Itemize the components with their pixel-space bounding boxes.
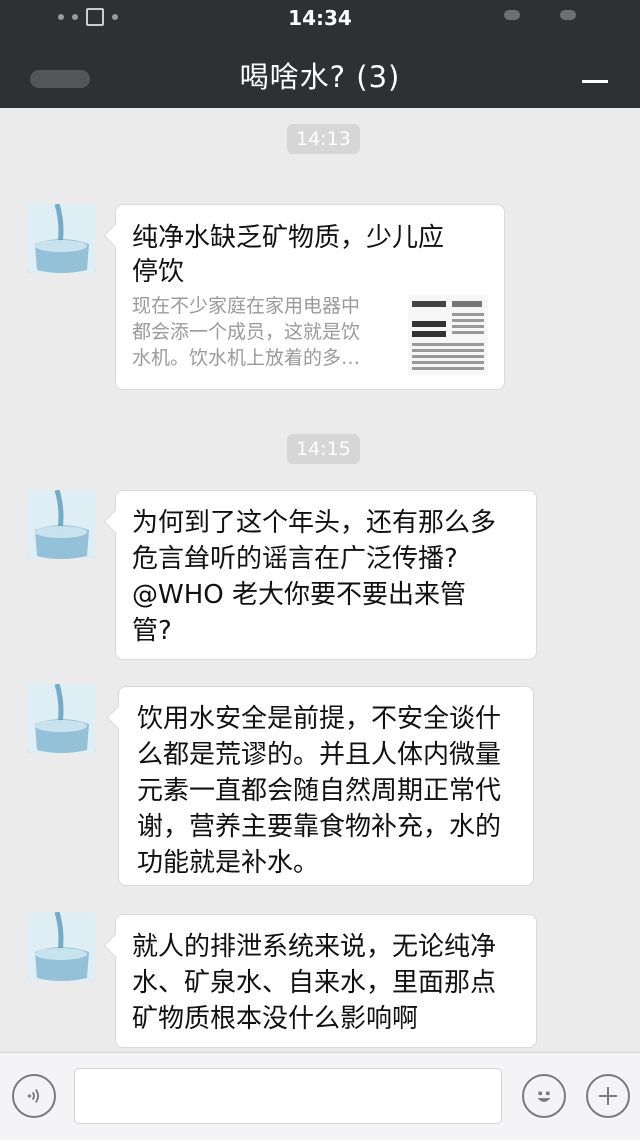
avatar[interactable] xyxy=(27,912,96,981)
newspaper-thumbnail-icon xyxy=(408,295,488,375)
avatar[interactable] xyxy=(27,684,96,753)
message-bubble[interactable]: 就人的排泄系统来说，无论纯净 水、矿泉水、自来水，里面那点 矿物质根本没什么影响… xyxy=(115,914,537,1048)
plus-icon[interactable] xyxy=(586,1074,630,1118)
time-divider: 14:13 xyxy=(287,124,360,154)
status-icons xyxy=(504,10,576,20)
avatar[interactable] xyxy=(27,490,96,559)
message-input[interactable] xyxy=(74,1068,502,1124)
message-bubble[interactable]: 为何到了这个年头，还有那么多 危言耸听的谣言在广泛传播? @WHO 老大你要不要… xyxy=(115,490,537,660)
message-bubble[interactable]: 饮用水安全是前提，不安全谈什 么都是荒谬的。并且人体内微量 元素一直都会随自然周… xyxy=(118,686,534,886)
card-title-line: 停饮 xyxy=(132,257,185,287)
link-card[interactable]: 纯净水缺乏矿物质，少儿应 停饮 现在不少家庭在家用电器中 都会添一个成员，这就是… xyxy=(115,204,505,390)
message-text: 为何到了这个年头，还有那么多 危言耸听的谣言在广泛传播? @WHO 老大你要不要… xyxy=(132,508,497,646)
message-text: 就人的排泄系统来说，无论纯净 水、矿泉水、自来水，里面那点 矿物质根本没什么影响… xyxy=(132,932,497,1034)
message-text: 饮用水安全是前提，不安全谈什 么都是荒谬的。并且人体内微量 元素一直都会随自然周… xyxy=(137,704,502,878)
emoji-icon[interactable] xyxy=(522,1074,566,1118)
card-description: 现在不少家庭在家用电器中 都会添一个成员，这就是饮 水机。饮水机上放着的多… xyxy=(132,295,361,369)
chat-title: 喝啥水? (3) xyxy=(239,60,401,94)
avatar[interactable] xyxy=(27,204,96,273)
time-divider: 14:15 xyxy=(287,434,360,464)
title-bar: 14:34 喝啥水? (3) xyxy=(0,0,640,108)
card-title-line: 纯净水缺乏矿物质，少儿应 xyxy=(132,223,445,253)
voice-icon[interactable] xyxy=(12,1074,56,1118)
input-bar xyxy=(0,1052,640,1140)
chat-info-icon[interactable] xyxy=(582,80,608,83)
